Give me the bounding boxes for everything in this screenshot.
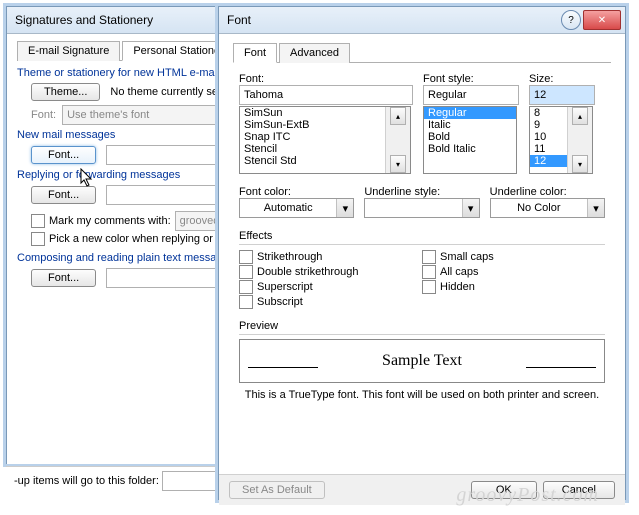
font-style-list[interactable]: Regular Italic Bold Bold Italic — [423, 106, 517, 174]
font-preview: Sample Text — [239, 339, 605, 383]
font-color-label: Font color: — [239, 186, 354, 198]
list-item[interactable]: Bold — [424, 131, 516, 143]
font-style-input[interactable] — [423, 85, 519, 105]
double-strikethrough-checkbox[interactable]: Double strikethrough — [239, 265, 422, 279]
preview-label: Preview — [239, 320, 278, 332]
subscript-checkbox[interactable]: Subscript — [239, 295, 422, 309]
tab-font[interactable]: Font — [233, 43, 277, 63]
no-theme-label: No theme currently sele — [110, 86, 226, 98]
chevron-down-icon: ▾ — [587, 199, 604, 217]
font-list[interactable]: SimSun SimSun-ExtB Snap ITC Stencil Sten… — [239, 106, 411, 174]
chevron-down-icon: ▾ — [462, 199, 479, 217]
font-titlebar: Font ? ✕ — [219, 7, 625, 34]
font-list-scrollbar[interactable]: ▴ ▾ — [385, 107, 410, 173]
plain-font-button[interactable]: Font... — [31, 269, 96, 287]
font-tabs: Font Advanced — [233, 42, 611, 63]
font-size-list[interactable]: 8 9 10 11 12 ▴ ▾ — [529, 106, 593, 174]
font-size-input[interactable] — [529, 85, 595, 105]
font-label: Font: — [31, 109, 56, 121]
list-item[interactable]: Regular — [424, 107, 516, 119]
scroll-up-icon[interactable]: ▴ — [572, 107, 588, 125]
preview-text: Sample Text — [382, 352, 462, 370]
tab-advanced[interactable]: Advanced — [279, 43, 350, 63]
checkbox-icon — [31, 232, 45, 246]
strikethrough-checkbox[interactable]: Strikethrough — [239, 250, 422, 264]
small-caps-checkbox[interactable]: Small caps — [422, 250, 605, 264]
superscript-checkbox[interactable]: Superscript — [239, 280, 422, 294]
close-button[interactable]: ✕ — [583, 10, 621, 30]
scroll-up-icon[interactable]: ▴ — [390, 107, 406, 125]
followup-label: -up items will go to this folder: — [14, 475, 159, 487]
font-color-dropdown[interactable]: Automatic ▾ — [239, 198, 354, 218]
theme-button[interactable]: Theme... — [31, 83, 100, 101]
size-list-scrollbar[interactable]: ▴ ▾ — [567, 107, 592, 173]
list-item[interactable]: Bold Italic — [424, 143, 516, 155]
font-size-label: Size: — [529, 73, 595, 85]
font-title: Font — [227, 13, 559, 27]
watermark: groovyPost.com — [456, 484, 599, 507]
checkbox-icon — [31, 214, 45, 228]
hidden-checkbox[interactable]: Hidden — [422, 280, 605, 294]
underline-color-label: Underline color: — [490, 186, 605, 198]
underline-style-label: Underline style: — [364, 186, 479, 198]
help-button[interactable]: ? — [561, 10, 581, 30]
scroll-down-icon[interactable]: ▾ — [390, 155, 406, 173]
font-style-label: Font style: — [423, 73, 519, 85]
font-field-label: Font: — [239, 73, 413, 85]
new-mail-font-button[interactable]: Font... — [31, 146, 96, 164]
truetype-note: This is a TrueType font. This font will … — [239, 389, 605, 401]
font-name-input[interactable] — [239, 85, 413, 105]
chevron-down-icon: ▾ — [336, 199, 353, 217]
tab-email-signature[interactable]: E-mail Signature — [17, 41, 120, 61]
reply-font-button[interactable]: Font... — [31, 186, 96, 204]
underline-style-dropdown[interactable]: ▾ — [364, 198, 479, 218]
font-window: Font ? ✕ Font Advanced Font: SimSun SimS… — [218, 6, 626, 500]
underline-color-dropdown[interactable]: No Color ▾ — [490, 198, 605, 218]
effects-label: Effects — [239, 230, 272, 242]
set-default-button[interactable]: Set As Default — [229, 481, 325, 499]
all-caps-checkbox[interactable]: All caps — [422, 265, 605, 279]
list-item[interactable]: Italic — [424, 119, 516, 131]
scroll-down-icon[interactable]: ▾ — [572, 155, 588, 173]
